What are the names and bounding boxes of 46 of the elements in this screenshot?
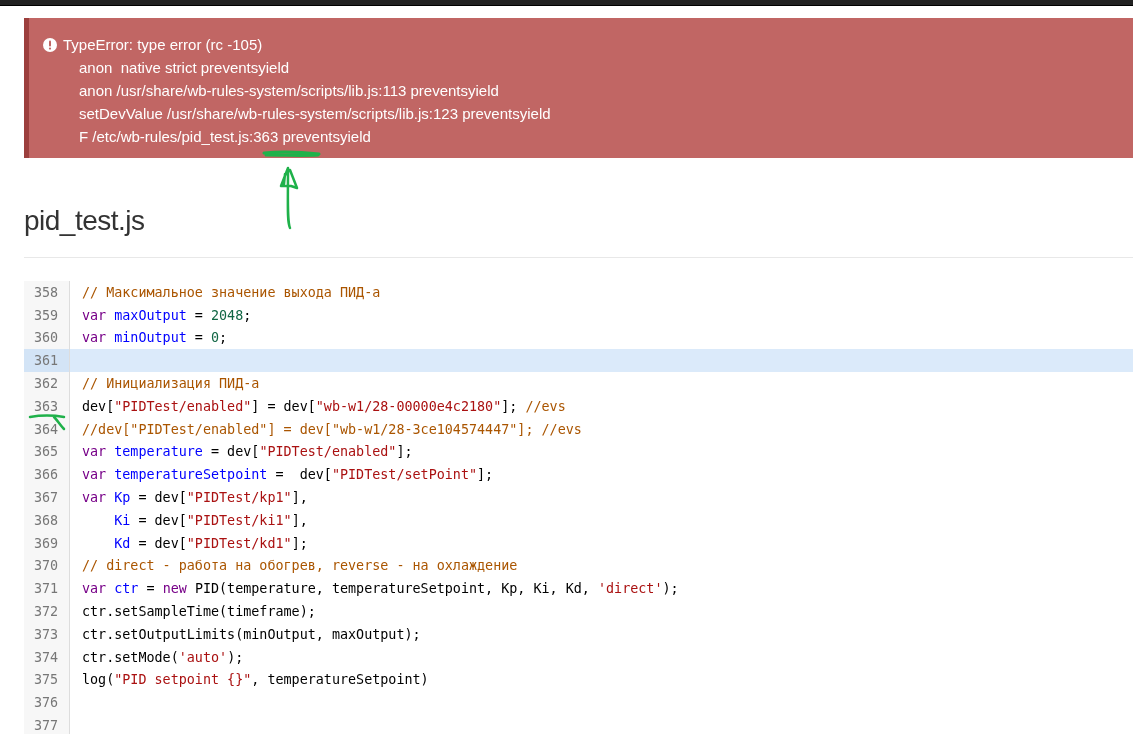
line-number: 374 xyxy=(24,645,70,669)
code-line: var Kp = dev["PIDTest/kp1"], xyxy=(81,490,308,506)
hand-drawn-arrow xyxy=(277,164,301,230)
hand-drawn-underline xyxy=(28,412,68,432)
line-number: 373 xyxy=(24,622,70,646)
code-line: var ctr = new PID(temperature, temperatureSetpoint, Kp, Ki, Kd, 'direct'); xyxy=(81,581,679,597)
stack-trace-line: setDevValue /usr/share/wb-rules-system/scripts/lib.js:123 preventsyield xyxy=(78,104,552,124)
line-number: 359 xyxy=(24,303,70,327)
line-number: 370 xyxy=(24,554,70,578)
hand-drawn-underline xyxy=(262,150,322,158)
line-number: 362 xyxy=(24,372,70,395)
code-line: var minOutput = 0; xyxy=(81,330,228,346)
line-number: 377 xyxy=(24,714,70,734)
file-title: pid_test.js xyxy=(24,204,146,238)
code-editor[interactable] xyxy=(24,281,1133,734)
line-number: 368 xyxy=(24,508,70,532)
code-line: var temperature = dev["PIDTest/enabled"]; xyxy=(81,444,413,460)
line-number: 371 xyxy=(24,577,70,601)
stack-trace-line: anon native strict preventsyield xyxy=(78,58,291,78)
code-line: ctr.setMode('auto'); xyxy=(81,649,244,665)
code-line: log("PID setpoint {}", temperatureSetpoint) xyxy=(81,672,429,688)
error-title: TypeError: type error (rc -105) xyxy=(63,35,263,55)
line-number: 375 xyxy=(24,668,70,692)
code-line: ctr.setOutputLimits(minOutput, maxOutput); xyxy=(81,626,421,642)
line-number: 369 xyxy=(24,531,70,555)
code-line: dev["PIDTest/enabled"] = dev["wb-w1/28-00000e4c2180"]; //evs xyxy=(81,398,566,414)
line-number: 365 xyxy=(24,440,70,464)
line-number: 358 xyxy=(24,281,70,304)
code-line: Ki = dev["PIDTest/ki1"], xyxy=(113,512,308,528)
line-number: 366 xyxy=(24,463,70,487)
code-line: // Инициализация ПИД-а xyxy=(81,376,260,392)
code-line: ctr.setSampleTime(timeframe); xyxy=(81,604,316,620)
stack-trace-line: F /etc/wb-rules/pid_test.js:363 preventsyield xyxy=(78,127,372,147)
line-number: 360 xyxy=(24,326,70,350)
code-line: var temperatureSetpoint = dev["PIDTest/setPoint"]; xyxy=(81,467,494,483)
code-line: // Максимальное значение выхода ПИД-а xyxy=(81,284,381,300)
code-line: //dev["PIDTest/enabled"] = dev["wb-w1/28-3ce104574447"]; //evs xyxy=(81,421,582,437)
stack-trace-line: anon /usr/share/wb-rules-system/scripts/lib.js:113 preventsyield xyxy=(78,81,500,101)
code-line: // direct - работа на обогрев, reverse - на охлаждение xyxy=(81,558,518,574)
line-number: 376 xyxy=(24,691,70,715)
code-line: var maxOutput = 2048; xyxy=(81,307,252,323)
code-line: Kd = dev["PIDTest/kd1"]; xyxy=(113,535,308,551)
line-number: 367 xyxy=(24,486,70,509)
line-number: 361 xyxy=(24,349,70,373)
exclamation-circle-icon xyxy=(43,37,57,52)
line-number: 372 xyxy=(24,600,70,623)
